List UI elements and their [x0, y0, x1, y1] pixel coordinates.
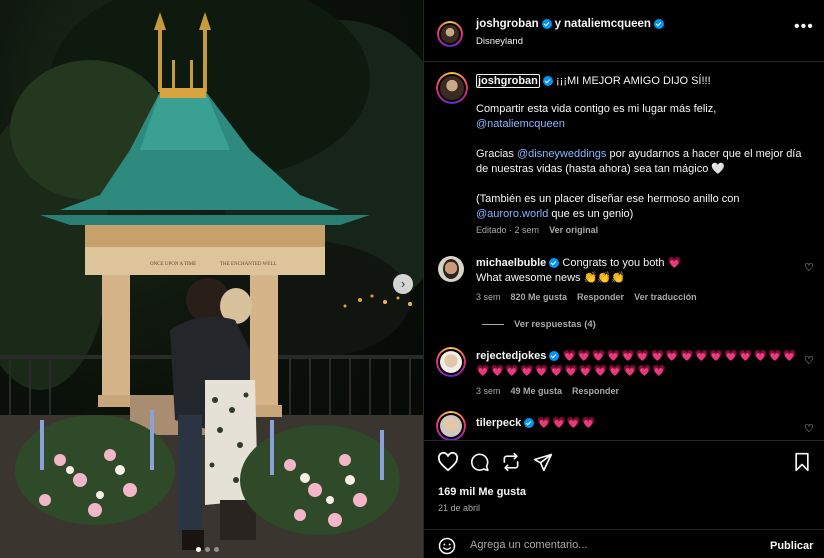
- repost-icon[interactable]: [501, 452, 521, 472]
- post-header: joshgroban y nataliemcqueen Disneyland •…: [424, 0, 824, 62]
- comment: rejectedjokes 💗💗💗💗💗💗💗💗💗💗💗💗💗💗💗💗💗💗💗💗💗💗💗💗💗💗…: [476, 349, 801, 379]
- like-comment-heart-icon[interactable]: ♡: [804, 354, 814, 367]
- comment-text: Congrats to you both 💗: [562, 257, 682, 269]
- comment-likes[interactable]: 820 Me gusta: [511, 292, 568, 302]
- reply-button[interactable]: Responder: [572, 386, 619, 396]
- comment-text: What awesome news 👏👏👏: [476, 272, 625, 284]
- verified-icon: [549, 258, 560, 269]
- comment-meta: 3 sem 820 Me gusta Responder Ver traducc…: [476, 292, 697, 302]
- post-location[interactable]: Disneyland: [476, 36, 523, 47]
- post-details-panel: joshgroban y nataliemcqueen Disneyland •…: [423, 0, 824, 558]
- sign-right-text: THE ENCHANTED WELL: [220, 262, 277, 267]
- caption-paragraph-1: Compartir esta vida contigo es mi lugar …: [476, 103, 717, 115]
- next-photo-button[interactable]: ›: [393, 274, 413, 294]
- emoji-icon[interactable]: [438, 537, 456, 555]
- comment-meta: 3 sem 49 Me gusta Responder: [476, 386, 619, 396]
- comment-input[interactable]: [470, 539, 750, 551]
- mention-link[interactable]: @auroro.world: [476, 208, 548, 220]
- post-authors: joshgroban y nataliemcqueen: [476, 18, 664, 30]
- like-comment-heart-icon[interactable]: ♡: [804, 261, 814, 274]
- like-heart-icon[interactable]: [437, 452, 459, 472]
- post-caption: joshgroban ¡¡¡MI MEJOR AMIGO DIJO SÍ!!! …: [476, 74, 811, 222]
- carousel-dots: [196, 547, 219, 552]
- coauthor-username[interactable]: nataliemcqueen: [564, 18, 651, 30]
- reply-button[interactable]: Responder: [577, 292, 624, 302]
- comment-likes[interactable]: 49 Me gusta: [511, 386, 563, 396]
- commenter-avatar[interactable]: [436, 347, 466, 377]
- caption-username[interactable]: joshgroban: [476, 74, 540, 88]
- comment-composer: Publicar: [424, 529, 824, 558]
- more-options-icon[interactable]: •••: [794, 19, 814, 35]
- verified-icon: [541, 19, 552, 29]
- verified-icon: [542, 76, 553, 87]
- sign-left-text: ONCE UPON A TIME: [150, 262, 196, 267]
- view-replies-label: Ver respuestas (4): [514, 319, 596, 330]
- author-avatar[interactable]: [437, 21, 463, 47]
- view-translation-link[interactable]: Ver traducción: [634, 292, 697, 302]
- caption-paragraph-2-start: Gracias: [476, 148, 517, 160]
- comment-text: 💗💗💗💗: [537, 417, 597, 429]
- comment: tilerpeck 💗💗💗💗: [476, 416, 806, 431]
- caption-meta: Editado · 2 sem Ver original: [476, 225, 598, 235]
- like-comment-heart-icon[interactable]: ♡: [804, 422, 814, 435]
- post-date: 21 de abril: [438, 503, 481, 513]
- mention-link[interactable]: @nataliemcqueen: [476, 118, 565, 130]
- replies-divider: [482, 324, 504, 325]
- comment-time: 3 sem: [476, 292, 501, 302]
- comment-username[interactable]: michaelbuble: [476, 257, 546, 269]
- author-username[interactable]: joshgroban: [476, 18, 539, 30]
- edited-label: Editado: [476, 225, 507, 235]
- carousel-dot: [214, 547, 219, 552]
- verified-icon: [653, 19, 664, 29]
- carousel-dot: [196, 547, 201, 552]
- verified-icon: [549, 351, 560, 362]
- comment-icon[interactable]: [469, 452, 490, 472]
- photo-illustration: ONCE UPON A TIME THE ENCHANTED WELL: [0, 0, 423, 558]
- post-actions: 169 mil Me gusta 21 de abril Publicar: [424, 440, 824, 558]
- caption-time: · 2 sem: [509, 225, 540, 235]
- view-original-link[interactable]: Ver original: [549, 225, 598, 235]
- carousel-dot: [205, 547, 210, 552]
- view-replies-button[interactable]: Ver respuestas (4): [482, 319, 596, 330]
- caption-paragraph-3: (También es un placer diseñar ese hermos…: [476, 193, 740, 205]
- authors-joiner: y: [554, 18, 562, 30]
- verified-icon: [524, 418, 535, 429]
- caption-avatar[interactable]: [436, 72, 468, 104]
- caption-headline: ¡¡¡MI MEJOR AMIGO DIJO SÍ!!!: [556, 75, 711, 87]
- comment: michaelbuble Congrats to you both 💗 What…: [476, 256, 806, 286]
- publish-button[interactable]: Publicar: [770, 540, 813, 552]
- comment-time: 3 sem: [476, 386, 501, 396]
- commenter-avatar[interactable]: [438, 256, 464, 282]
- likes-count[interactable]: 169 mil Me gusta: [438, 486, 526, 498]
- mention-link[interactable]: @disneyweddings: [517, 148, 606, 160]
- commenter-avatar[interactable]: [436, 411, 466, 441]
- comment-username[interactable]: rejectedjokes: [476, 350, 546, 362]
- save-bookmark-icon[interactable]: [793, 452, 811, 472]
- post-photo: ONCE UPON A TIME THE ENCHANTED WELL ›: [0, 0, 423, 558]
- share-send-icon[interactable]: [533, 452, 553, 472]
- caption-paragraph-3-end: que es un genio): [548, 208, 634, 220]
- comment-username[interactable]: tilerpeck: [476, 417, 521, 429]
